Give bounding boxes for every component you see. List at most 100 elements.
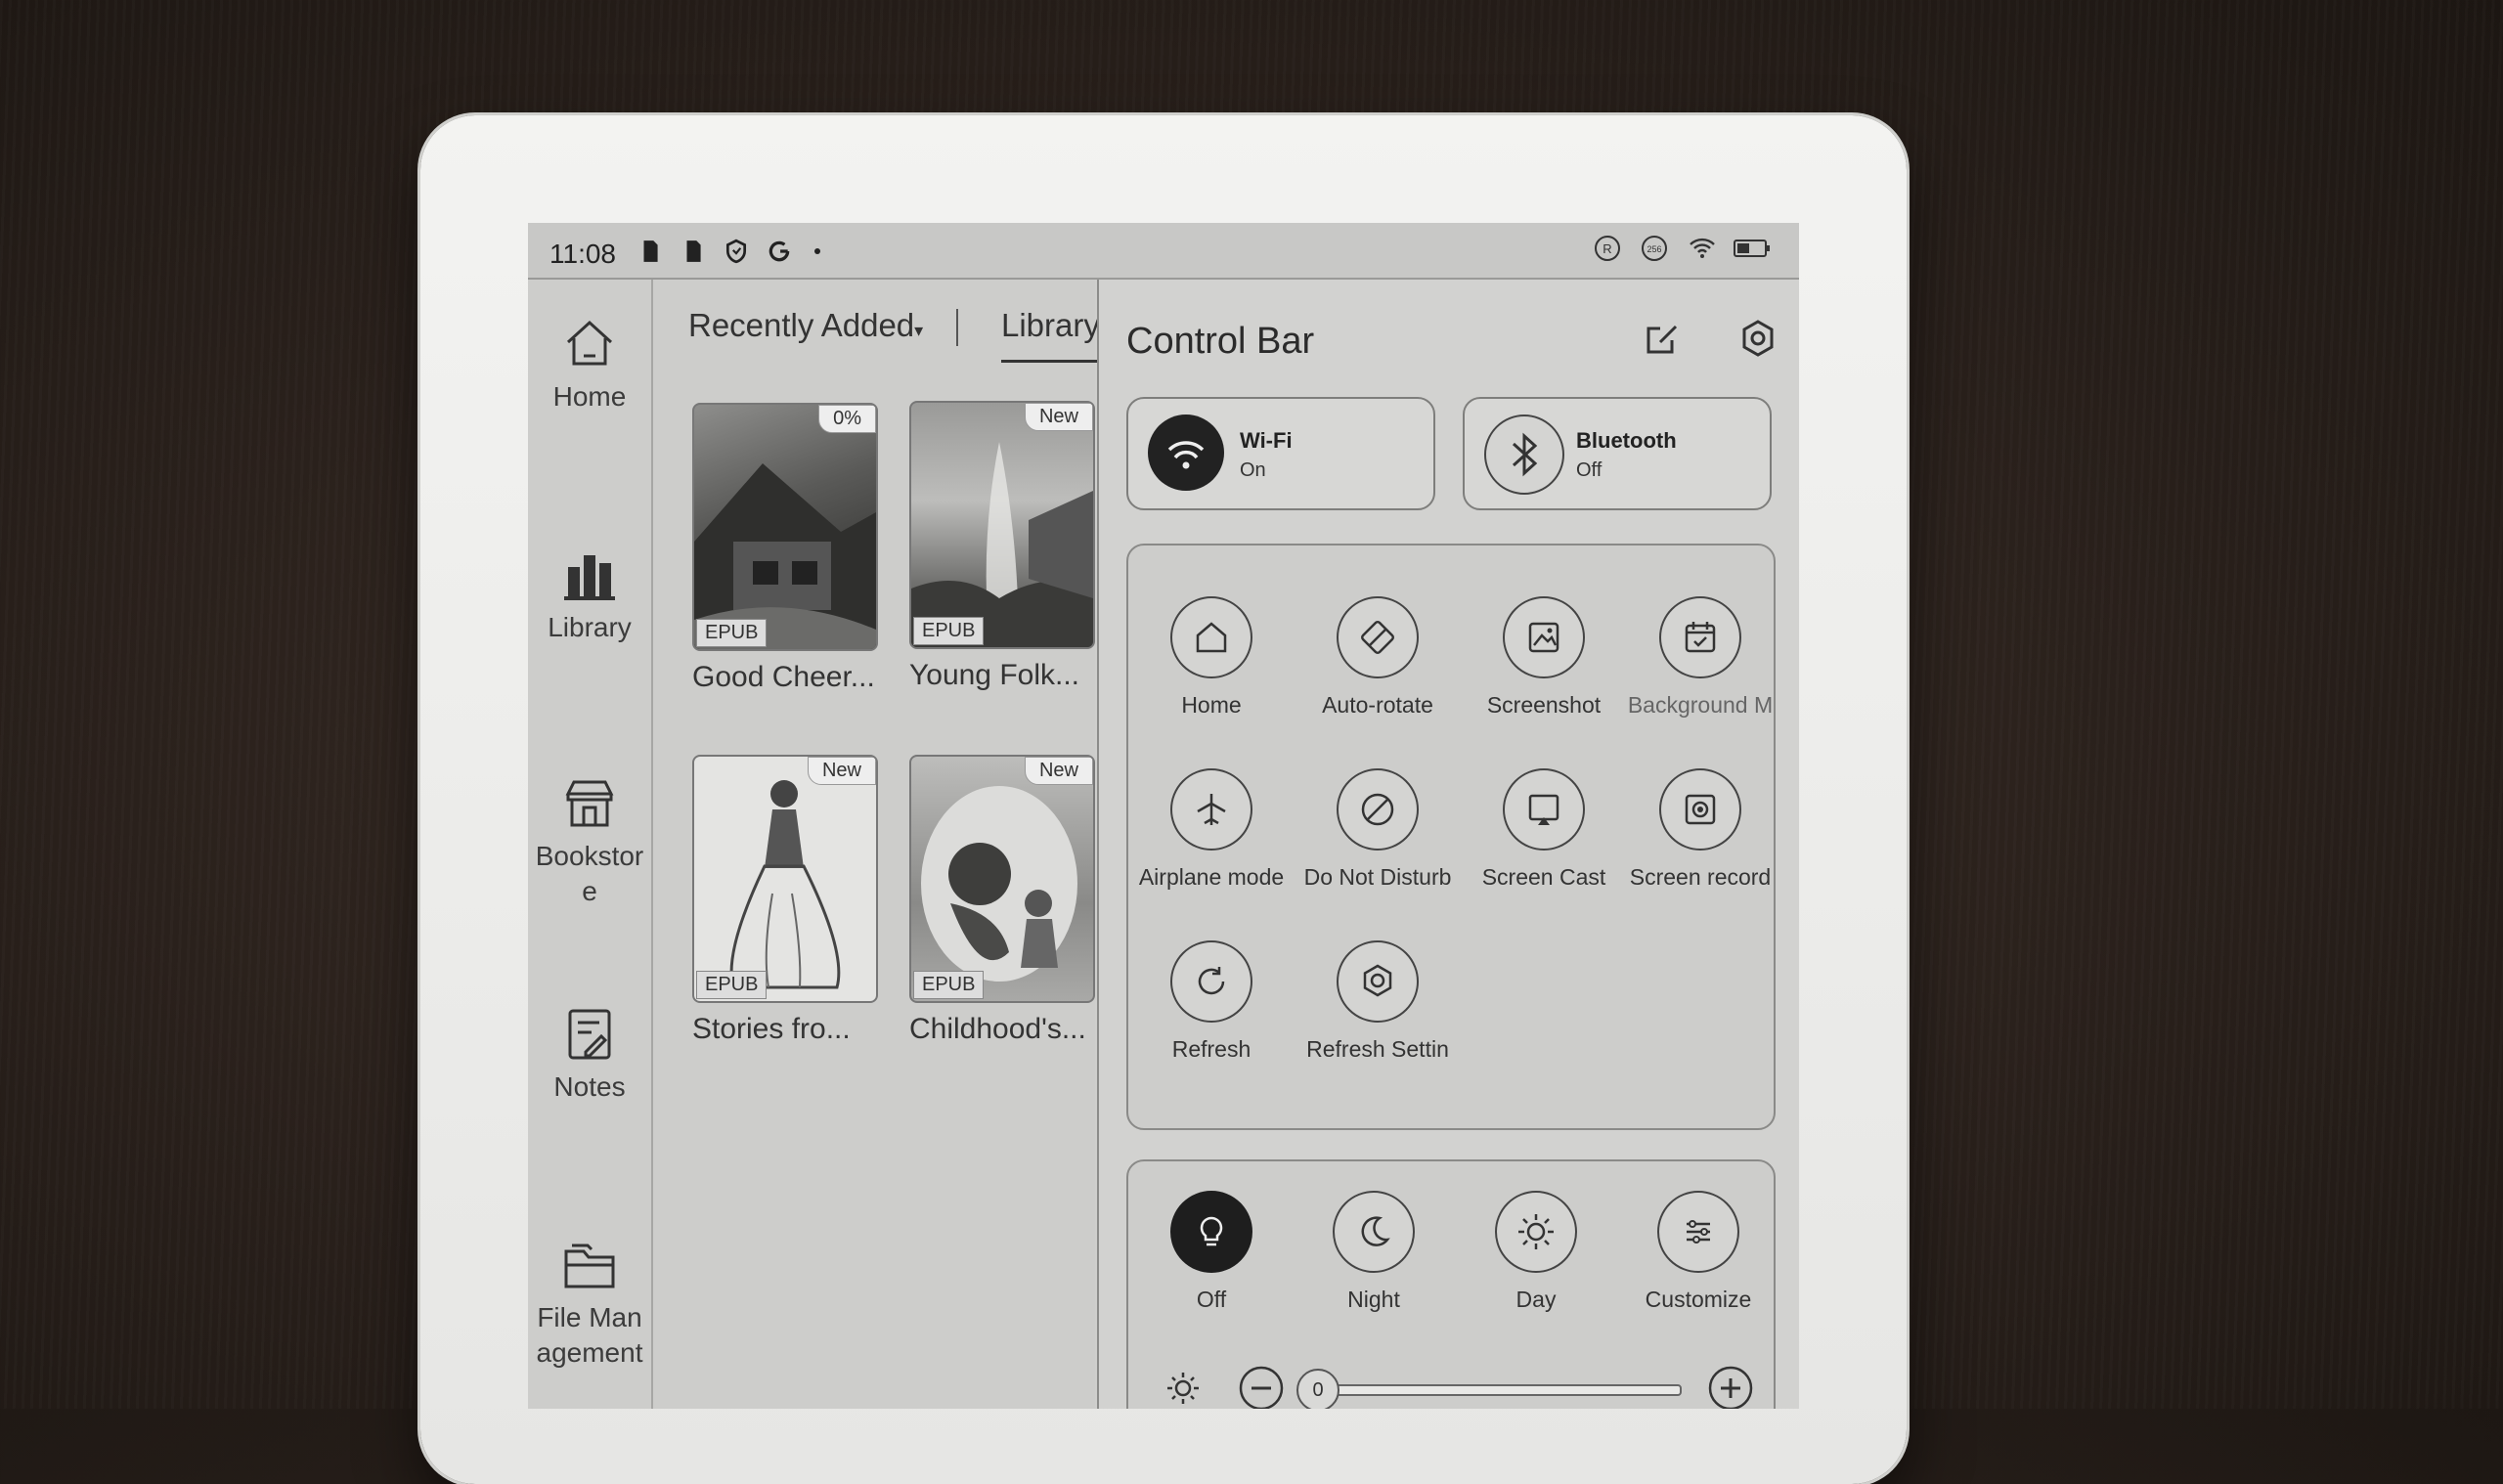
book-cover: New EPUB (909, 401, 1095, 649)
qs-auto-rotate[interactable]: Auto-rotate (1295, 596, 1461, 719)
qs-screen-record[interactable]: Screen record (1627, 768, 1774, 891)
new-badge: New (1024, 403, 1093, 431)
qs-cast-label: Screen Cast (1481, 864, 1606, 890)
nav-item-library[interactable]: Library (528, 546, 651, 645)
store-icon (565, 780, 614, 827)
qs-refresh-settings-label: Refresh Settin (1306, 1036, 1449, 1062)
brightness-decrease-icon[interactable] (1238, 1365, 1285, 1409)
qs-home-button (1170, 596, 1252, 678)
new-badge: New (1024, 757, 1093, 785)
brightness-increase-icon[interactable] (1707, 1365, 1754, 1409)
book-cover: New EPUB (692, 755, 878, 1003)
battery-icon (1734, 240, 1770, 257)
cast-icon (1528, 794, 1559, 825)
light-mode-night[interactable]: Night (1291, 1191, 1457, 1313)
qs-background-mode[interactable]: Background M (1627, 596, 1774, 719)
qs-home[interactable]: Home (1128, 596, 1295, 719)
light-mode-off[interactable]: Off (1128, 1191, 1295, 1313)
wifi-icon (1690, 238, 1715, 258)
qs-screenshot-button (1503, 596, 1585, 678)
qs-dnd-label: Do Not Disturb (1303, 864, 1452, 890)
nav-item-home[interactable]: Home (528, 315, 651, 415)
book-title: Stories fro... (692, 1013, 851, 1045)
format-tag: EPUB (913, 617, 985, 645)
light-customize-button (1657, 1191, 1739, 1273)
nav-label-bookstore-line1: Bookstor (535, 841, 644, 871)
new-badge: New (807, 757, 876, 785)
status-time: 11:08 (549, 239, 616, 269)
sun-icon (1518, 1214, 1554, 1249)
qs-home-label: Home (1181, 692, 1242, 718)
nav-item-bookstore[interactable]: Bookstor e (528, 774, 651, 909)
record-icon (1685, 794, 1716, 825)
qs-auto-rotate-button (1337, 596, 1419, 678)
book-card[interactable]: New EPUB Stories fro... (692, 755, 878, 1046)
sd-card-icon (643, 240, 658, 262)
light-off-button (1170, 1191, 1252, 1273)
google-icon (768, 240, 790, 262)
cover-illustration-cottage (694, 463, 876, 649)
format-tag: EPUB (696, 971, 768, 999)
caret-down-icon: ▾ (914, 321, 924, 340)
home-icon (566, 320, 613, 366)
moon-icon (1361, 1216, 1390, 1246)
qs-screenshot[interactable]: Screenshot (1461, 596, 1627, 719)
format-tag: EPUB (696, 619, 768, 647)
nav-item-file-management[interactable]: File Man agement (528, 1236, 651, 1371)
book-cover: New EPUB (909, 755, 1095, 1003)
refresh-icon (1198, 967, 1225, 995)
brightness-icon (1167, 1373, 1199, 1404)
r-badge-text: R (1603, 241, 1611, 256)
sd-card-icon (686, 240, 701, 262)
book-card[interactable]: 0% EPUB Good Cheer... (692, 403, 878, 694)
qs-screen-cast[interactable]: Screen Cast (1461, 768, 1627, 891)
light-day-label: Day (1515, 1287, 1557, 1312)
format-tag: EPUB (913, 971, 985, 999)
nav-label-bookstore-line2: e (582, 876, 597, 906)
bluetooth-icon (1512, 432, 1538, 477)
book-title: Young Folk... (909, 659, 1080, 691)
nav-label-notes: Notes (553, 1071, 626, 1102)
qs-refresh-settings[interactable]: Refresh Settin (1295, 940, 1461, 1063)
book-card[interactable]: New EPUB Childhood's... (909, 755, 1095, 1046)
wifi-toggle[interactable]: Wi-Fi On (1126, 397, 1435, 510)
light-mode-day[interactable]: Day (1453, 1191, 1619, 1313)
bulb-icon (1200, 1216, 1223, 1246)
bluetooth-toggle[interactable]: Bluetooth Off (1463, 397, 1772, 510)
nav-item-notes[interactable]: Notes (528, 1005, 651, 1105)
wifi-icon (1167, 441, 1205, 469)
brightness-slider-track[interactable] (1324, 1384, 1682, 1396)
qs-refresh[interactable]: Refresh (1128, 940, 1295, 1063)
no-entry-icon (1361, 793, 1394, 826)
bluetooth-state: Off (1576, 459, 1603, 481)
qs-auto-rotate-label: Auto-rotate (1322, 692, 1433, 718)
256-badge-text: 256 (1647, 244, 1661, 254)
screenshot-icon (1528, 622, 1559, 653)
settings-gear-icon[interactable] (1738, 319, 1778, 358)
256-icon: 256 (1642, 236, 1667, 261)
light-customize-label: Customize (1645, 1287, 1752, 1312)
home-icon (1196, 622, 1227, 653)
side-navigation: Home Library Bookstor e Notes File Man a… (528, 280, 653, 1409)
sort-dropdown[interactable]: Recently Added▾ (688, 307, 923, 344)
bluetooth-label: Bluetooth (1576, 428, 1677, 453)
nav-label-home: Home (552, 381, 627, 412)
refresh-settings-icon (1363, 964, 1392, 997)
front-light-panel: Off Night Day Customize 0 (1126, 1159, 1776, 1409)
tab-library[interactable]: Library (1001, 307, 1100, 344)
qs-screenshot-label: Screenshot (1486, 692, 1602, 718)
dot-icon (814, 248, 820, 254)
qs-cast-button (1503, 768, 1585, 851)
library-panel: Recently Added▾ Library 0% EPUB Good Che… (653, 280, 1105, 1409)
qs-record-label: Screen record (1629, 864, 1772, 890)
book-card[interactable]: New EPUB Young Folk... (909, 401, 1095, 692)
sort-label: Recently Added (688, 307, 915, 343)
qs-do-not-disturb[interactable]: Do Not Disturb (1295, 768, 1461, 891)
light-mode-customize[interactable]: Customize (1615, 1191, 1781, 1313)
edit-icon[interactable] (1643, 319, 1682, 358)
qs-airplane-mode[interactable]: Airplane mode (1128, 768, 1295, 891)
wifi-label: Wi-Fi (1240, 428, 1293, 453)
brightness-slider-knob[interactable]: 0 (1296, 1369, 1339, 1409)
notes-icon (568, 1009, 611, 1060)
cover-illustration-geyser (911, 442, 1093, 647)
